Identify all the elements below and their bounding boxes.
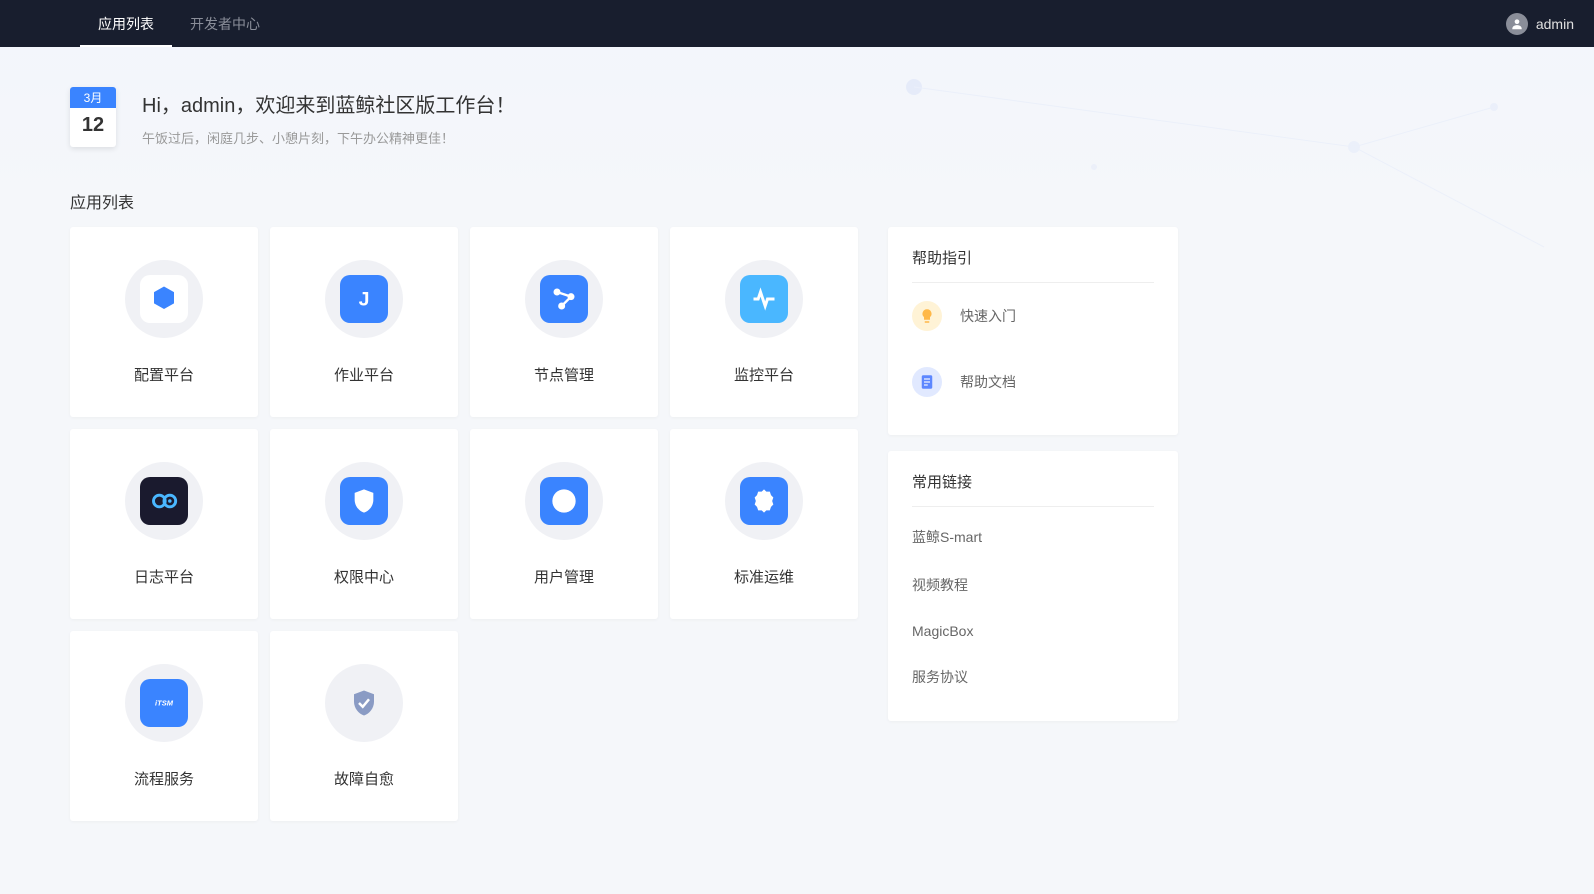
search-loop-icon (140, 477, 188, 525)
link-item-0[interactable]: 蓝鲸S-mart (912, 513, 1154, 561)
letter-j-icon: J (340, 275, 388, 323)
nodes-icon (540, 275, 588, 323)
help-item-1[interactable]: 帮助文档 (912, 349, 1154, 415)
app-label: 日志平台 (134, 566, 194, 587)
app-icon-wrap: iTSM (125, 664, 203, 742)
app-label: 权限中心 (334, 566, 394, 587)
app-icon-wrap (325, 664, 403, 742)
shield-icon (340, 477, 388, 525)
section-title: 应用列表 (70, 189, 1524, 213)
welcome-title: Hi，admin，欢迎来到蓝鲸社区版工作台！ (142, 89, 515, 118)
help-label: 帮助文档 (960, 372, 1016, 392)
app-icon-wrap (325, 462, 403, 540)
welcome-banner: 3月 12 Hi，admin，欢迎来到蓝鲸社区版工作台！ 午饭过后，闲庭几步、小… (70, 87, 1524, 147)
main-layout: 配置平台 J 作业平台 节点管理 监控平台日志平台 权限中心 用户管理 标准运维 iTSM 流程服… (70, 227, 1524, 821)
app-icon-wrap (125, 462, 203, 540)
date-month: 3月 (70, 87, 116, 108)
app-icon-wrap (725, 462, 803, 540)
pulse-icon (740, 275, 788, 323)
app-label: 流程服务 (134, 768, 194, 789)
user-circle-icon (540, 477, 588, 525)
page-content: 3月 12 Hi，admin，欢迎来到蓝鲸社区版工作台！ 午饭过后，闲庭几步、小… (0, 47, 1594, 861)
app-card-7[interactable]: 标准运维 (670, 429, 858, 619)
date-card: 3月 12 (70, 87, 116, 147)
username: admin (1536, 16, 1574, 32)
hexagon-icon (140, 275, 188, 323)
help-guide-title: 帮助指引 (912, 247, 1154, 283)
svg-text:J: J (359, 288, 370, 310)
nav-tabs: 应用列表 开发者中心 (80, 0, 278, 47)
date-day: 12 (70, 108, 116, 141)
app-card-0[interactable]: 配置平台 (70, 227, 258, 417)
app-grid: 配置平台 J 作业平台 节点管理 监控平台日志平台 权限中心 用户管理 标准运维 iTSM 流程服… (70, 227, 858, 821)
app-card-9[interactable]: 故障自愈 (270, 631, 458, 821)
app-icon-wrap: J (325, 260, 403, 338)
user-menu[interactable]: admin (1506, 13, 1574, 35)
tab-label: 应用列表 (98, 14, 154, 34)
welcome-text: Hi，admin，欢迎来到蓝鲸社区版工作台！ 午饭过后，闲庭几步、小憩片刻，下午… (142, 87, 515, 147)
welcome-subtitle: 午饭过后，闲庭几步、小憩片刻，下午办公精神更佳！ (142, 128, 515, 147)
app-card-4[interactable]: 日志平台 (70, 429, 258, 619)
app-card-2[interactable]: 节点管理 (470, 227, 658, 417)
avatar-icon (1506, 13, 1528, 35)
app-icon-wrap (725, 260, 803, 338)
svg-text:iTSM: iTSM (155, 698, 174, 707)
app-card-3[interactable]: 监控平台 (670, 227, 858, 417)
app-card-8[interactable]: iTSM 流程服务 (70, 631, 258, 821)
app-label: 故障自愈 (334, 768, 394, 789)
common-links-card: 常用链接 蓝鲸S-mart视频教程MagicBox服务协议 (888, 451, 1178, 721)
tab-developer-center[interactable]: 开发者中心 (172, 0, 278, 47)
help-guide-card: 帮助指引 快速入门帮助文档 (888, 227, 1178, 435)
app-label: 节点管理 (534, 364, 594, 385)
app-card-5[interactable]: 权限中心 (270, 429, 458, 619)
app-card-1[interactable]: J 作业平台 (270, 227, 458, 417)
app-label: 配置平台 (134, 364, 194, 385)
app-label: 作业平台 (334, 364, 394, 385)
help-item-0[interactable]: 快速入门 (912, 283, 1154, 349)
link-item-1[interactable]: 视频教程 (912, 561, 1154, 609)
app-card-6[interactable]: 用户管理 (470, 429, 658, 619)
app-label: 标准运维 (734, 566, 794, 587)
topbar: 应用列表 开发者中心 admin (0, 0, 1594, 47)
bulb-icon (912, 301, 942, 331)
tab-label: 开发者中心 (190, 14, 260, 34)
app-icon-wrap (525, 462, 603, 540)
gear-icon (740, 477, 788, 525)
common-links-list: 蓝鲸S-mart视频教程MagicBox服务协议 (912, 507, 1154, 701)
app-label: 用户管理 (534, 566, 594, 587)
app-icon-wrap (125, 260, 203, 338)
app-label: 监控平台 (734, 364, 794, 385)
link-item-3[interactable]: 服务协议 (912, 653, 1154, 701)
shield-check-icon (340, 679, 388, 727)
help-guide-list: 快速入门帮助文档 (912, 283, 1154, 415)
itsm-icon: iTSM (140, 679, 188, 727)
link-item-2[interactable]: MagicBox (912, 609, 1154, 653)
sidebar: 帮助指引 快速入门帮助文档 常用链接 蓝鲸S-mart视频教程MagicBox服… (888, 227, 1178, 821)
tab-app-list[interactable]: 应用列表 (80, 0, 172, 47)
doc-icon (912, 367, 942, 397)
common-links-title: 常用链接 (912, 471, 1154, 507)
app-icon-wrap (525, 260, 603, 338)
help-label: 快速入门 (960, 306, 1016, 326)
